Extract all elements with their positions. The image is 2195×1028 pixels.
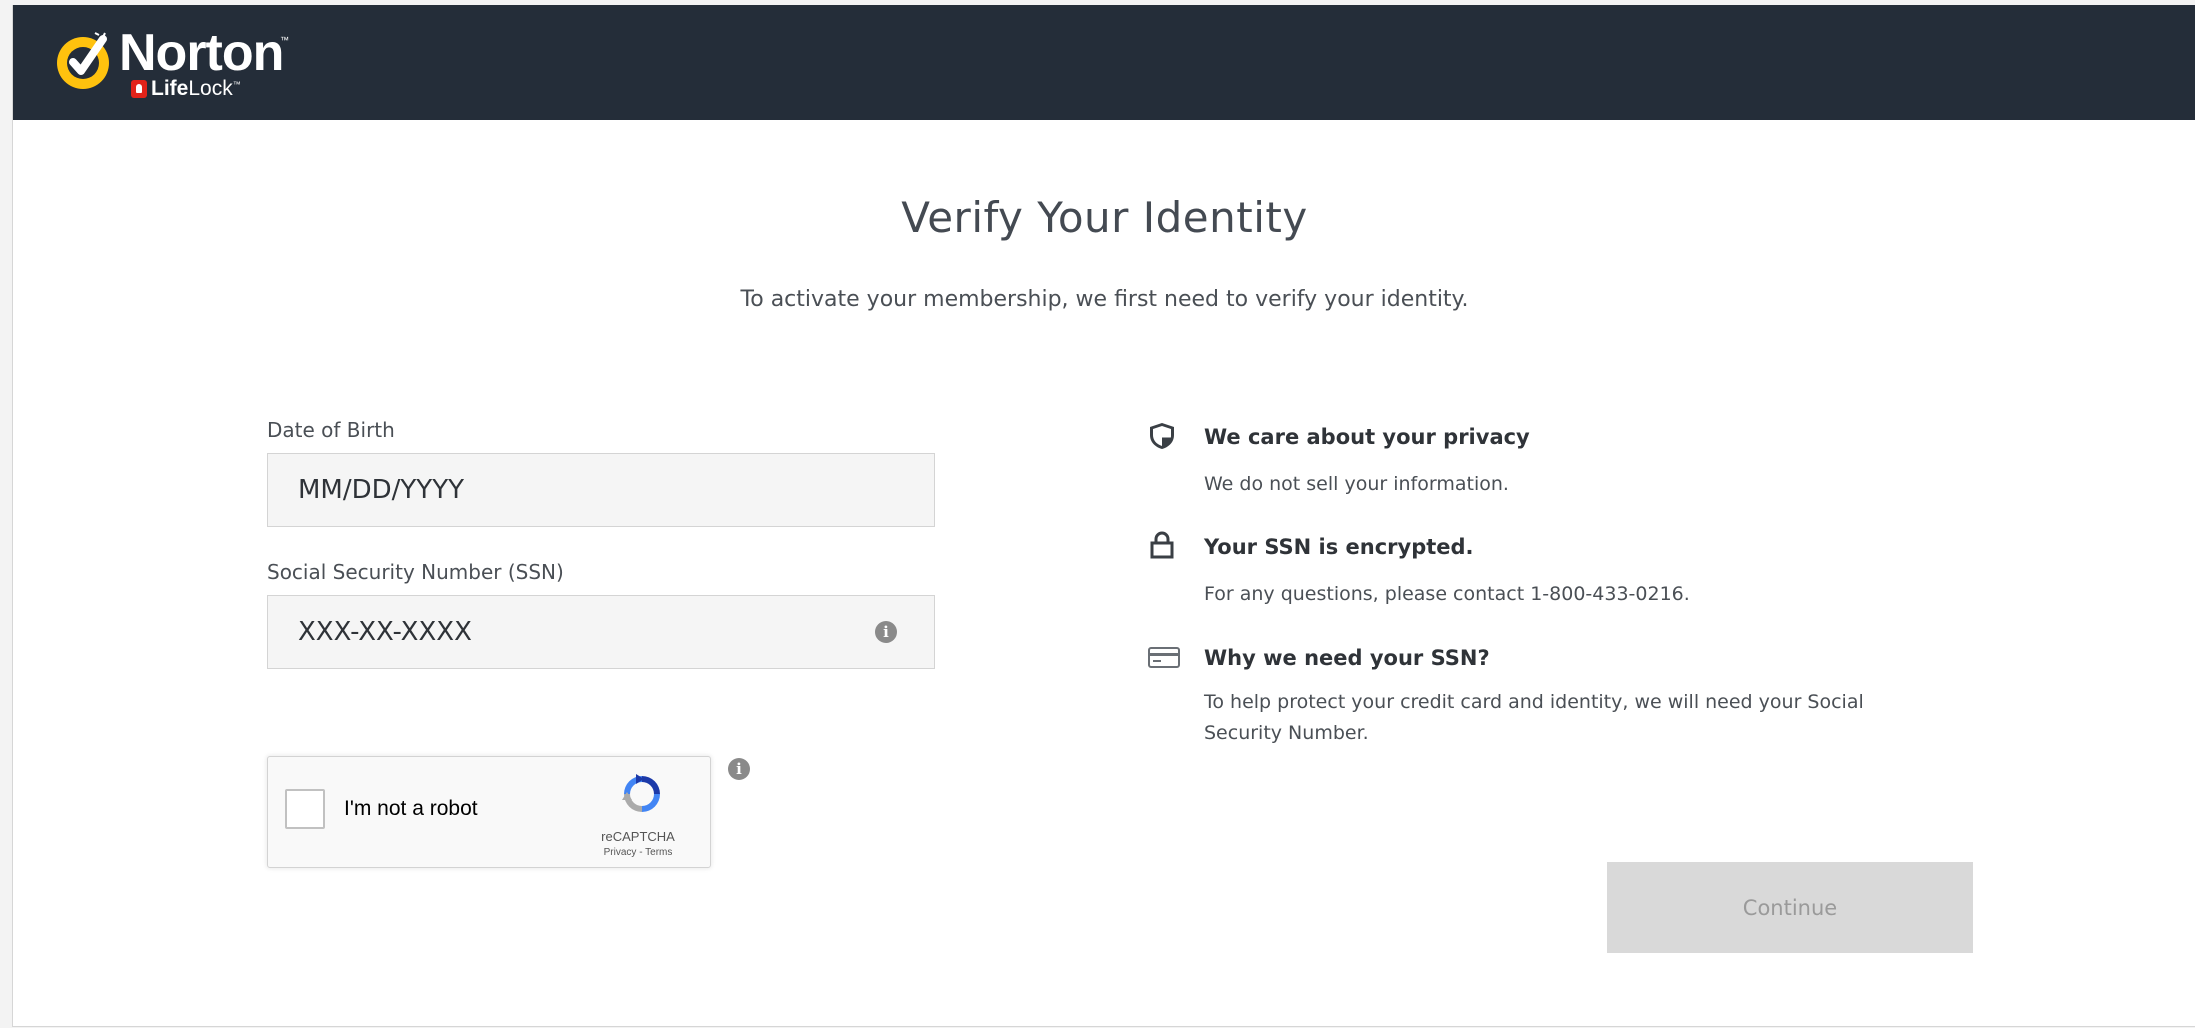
lifelock-lock-icon <box>131 80 147 98</box>
encryption-text: For any questions, please contact 1-800-… <box>1204 583 1690 605</box>
privacy-heading: We care about your privacy <box>1204 425 1530 449</box>
ssn-field[interactable] <box>267 595 935 669</box>
trademark-mark: ™ <box>280 35 289 45</box>
norton-wordmark: Norton <box>119 24 284 82</box>
recaptcha-widget: I'm not a robot reCAPTCHA Privacy - Term… <box>267 756 711 868</box>
recaptcha-privacy-terms-link[interactable]: Privacy - Terms <box>568 847 708 858</box>
page-window: Norton ™ Life Lock ™ Verify Your Identit… <box>12 5 2195 1027</box>
ssn-reason-text: To help protect your credit card and ide… <box>1204 691 1864 744</box>
browser-frame: Norton ™ Life Lock ™ Verify Your Identit… <box>0 0 2195 1028</box>
ssn-label: Social Security Number (SSN) <box>267 560 564 584</box>
norton-lifelock-logo[interactable]: Norton ™ Life Lock ™ <box>53 24 293 105</box>
site-header: Norton ™ Life Lock ™ <box>13 5 2195 120</box>
recaptcha-logo-icon <box>622 774 660 812</box>
recaptcha-checkbox[interactable] <box>285 789 325 829</box>
dob-field[interactable] <box>267 453 935 527</box>
privacy-text: We do not sell your information. <box>1204 473 1509 495</box>
encryption-heading: Your SSN is encrypted. <box>1204 535 1474 559</box>
lifelock-life-text: Life <box>151 77 189 100</box>
card-icon <box>1148 647 1180 668</box>
recaptcha-info-icon[interactable]: i <box>728 758 750 780</box>
recaptcha-label: I'm not a robot <box>344 797 478 820</box>
lifelock-lock-text: Lock <box>188 77 233 100</box>
lock-icon <box>1150 531 1174 559</box>
page-subtitle: To activate your membership, we first ne… <box>740 287 1469 312</box>
norton-check-icon <box>57 32 109 89</box>
page-title: Verify Your Identity <box>901 193 1308 242</box>
trademark-mark: ™ <box>232 80 241 89</box>
dob-label: Date of Birth <box>267 418 395 442</box>
dob-input[interactable] <box>298 475 934 505</box>
continue-button[interactable]: Continue <box>1607 862 1973 953</box>
ssn-reason-heading: Why we need your SSN? <box>1204 646 1490 670</box>
ssn-input[interactable] <box>298 617 858 647</box>
ssn-info-icon[interactable]: i <box>875 621 897 643</box>
lifelock-wordmark: Life Lock ™ <box>131 77 241 101</box>
shield-icon <box>1150 423 1174 449</box>
recaptcha-brand: reCAPTCHA <box>601 829 675 844</box>
